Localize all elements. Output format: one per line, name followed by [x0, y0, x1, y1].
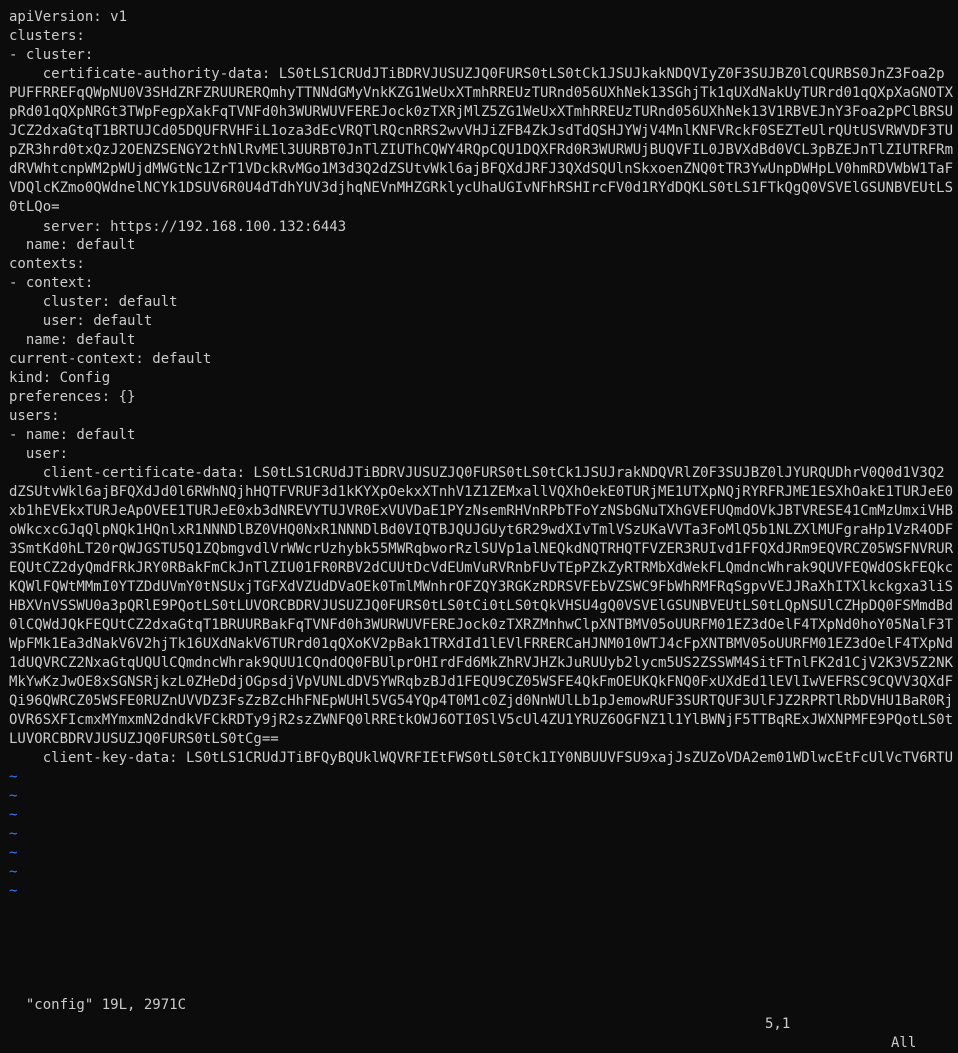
empty-line-marker: ~: [9, 826, 18, 842]
editor-line[interactable]: - name: default: [9, 426, 953, 445]
editor-line[interactable]: clusters:: [9, 27, 953, 46]
editor-line[interactable]: name: default: [9, 331, 953, 350]
status-scroll-position: All: [891, 1035, 917, 1051]
status-file-info: "config" 19L, 2971C: [25, 997, 187, 1013]
editor-line[interactable]: name: default: [9, 236, 953, 255]
editor-line[interactable]: - cluster:: [9, 46, 953, 65]
editor-line[interactable]: cluster: default: [9, 293, 953, 312]
editor-line[interactable]: contexts:: [9, 255, 953, 274]
editor-line[interactable]: certificate-authority-data: LS0tLS1CRUdJ…: [9, 65, 953, 217]
empty-line-marker: ~: [9, 883, 18, 899]
empty-line-marker: ~: [9, 788, 18, 804]
editor-line[interactable]: server: https://192.168.100.132:6443: [9, 217, 953, 236]
editor-line[interactable]: preferences: {}: [9, 388, 953, 407]
empty-line-marker: ~: [9, 845, 18, 861]
editor-line[interactable]: users:: [9, 407, 953, 426]
editor-line[interactable]: user: default: [9, 312, 953, 331]
editor-line[interactable]: current-context: default: [9, 350, 953, 369]
empty-line-marker: ~: [9, 864, 18, 880]
status-cursor-position: 5,1: [765, 1016, 791, 1032]
editor-line[interactable]: user:: [9, 445, 953, 464]
editor-line[interactable]: apiVersion: v1: [9, 8, 953, 27]
editor-line[interactable]: client-certificate-data: LS0tLS1CRUdJTiB…: [9, 464, 953, 749]
editor-buffer[interactable]: apiVersion: v1 clusters: - cluster: certif…: [9, 8, 953, 970]
status-line: "config" 19L, 2971C 5,1 All: [9, 977, 953, 1051]
empty-line-marker: ~: [9, 769, 18, 785]
editor-line[interactable]: kind: Config: [9, 369, 953, 388]
editor-line[interactable]: - context:: [9, 274, 953, 293]
empty-line-marker: ~: [9, 807, 18, 823]
editor-line[interactable]: client-key-data: LS0tLS1CRUdJTiBFQyBQUkl…: [9, 749, 953, 768]
